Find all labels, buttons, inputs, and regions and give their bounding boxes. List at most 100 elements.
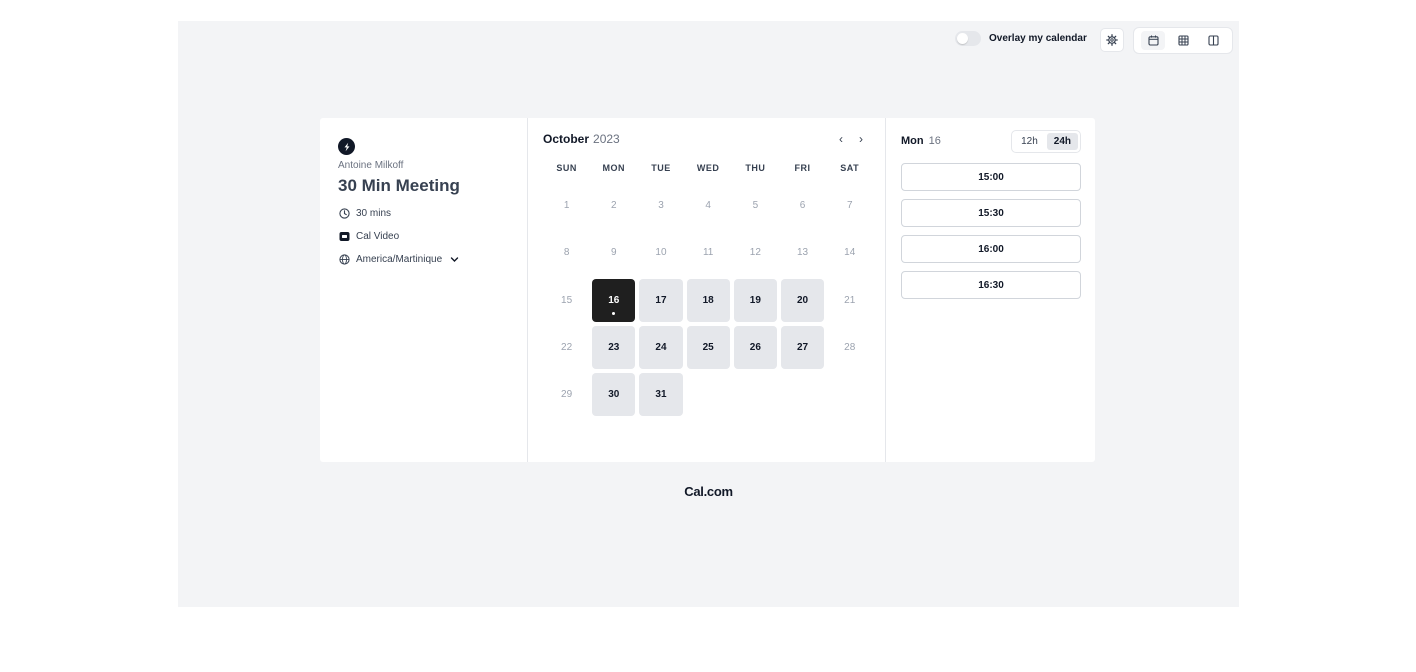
unavailable-day: 1 bbox=[545, 184, 588, 227]
weekday-label: TUE bbox=[651, 163, 671, 173]
day-number: 11 bbox=[702, 247, 714, 259]
day-number: 18 bbox=[702, 294, 714, 306]
day-number: 3 bbox=[658, 200, 664, 212]
selected-date: Mon 16 bbox=[901, 135, 941, 147]
day-number: 16 bbox=[608, 294, 620, 306]
weekday-label: SAT bbox=[840, 163, 860, 173]
unavailable-day: 3 bbox=[639, 184, 682, 227]
brand-footer: Cal.com bbox=[684, 484, 733, 499]
available-day[interactable]: 26 bbox=[733, 325, 777, 370]
unavailable-day: 8 bbox=[545, 231, 588, 274]
available-day[interactable]: 24 bbox=[639, 325, 683, 370]
columns-icon bbox=[1207, 35, 1219, 47]
day-number: 8 bbox=[563, 247, 570, 259]
day-number: 13 bbox=[796, 247, 809, 259]
booker-card: Antoine Milkoff 30 Min Meeting 30 mins C… bbox=[320, 118, 1095, 462]
next-month-button[interactable]: › bbox=[859, 132, 863, 146]
week-view-button[interactable] bbox=[1171, 31, 1195, 50]
day-number: 29 bbox=[561, 389, 573, 401]
month-view-button[interactable] bbox=[1141, 31, 1165, 50]
available-day[interactable]: 20 bbox=[780, 278, 825, 322]
weekday-label: WED bbox=[696, 163, 720, 173]
unavailable-day: 7 bbox=[828, 184, 871, 227]
available-day[interactable]: 23 bbox=[592, 325, 636, 370]
unavailable-day: 21 bbox=[828, 279, 871, 322]
unavailable-day: 28 bbox=[828, 326, 871, 369]
day-number: 10 bbox=[655, 247, 667, 259]
unavailable-day: 15 bbox=[545, 279, 588, 322]
day-number: 15 bbox=[561, 294, 573, 306]
day-number: 20 bbox=[796, 294, 809, 306]
time-slots-panel: Mon 16 12h 24h 15:00 15:30 16:00 16:30 bbox=[886, 118, 1095, 462]
weekday-label: SUN bbox=[556, 163, 577, 173]
timezone-label: America/Martinique bbox=[356, 253, 443, 265]
duration-label: 30 mins bbox=[356, 207, 392, 219]
day-number: 1 bbox=[563, 200, 570, 212]
slots-header: Mon 16 12h 24h bbox=[901, 128, 1081, 154]
day-number: 6 bbox=[799, 200, 806, 212]
layout-toggle-group bbox=[1133, 27, 1233, 54]
day-number: 17 bbox=[655, 294, 667, 306]
available-day[interactable]: 30 bbox=[592, 373, 636, 417]
calendar-icon bbox=[1147, 35, 1159, 47]
available-day[interactable]: 25 bbox=[686, 325, 730, 370]
day-number: 25 bbox=[702, 342, 714, 354]
settings-button[interactable] bbox=[1100, 28, 1124, 52]
day-number: 31 bbox=[655, 389, 667, 401]
clock-icon bbox=[338, 207, 350, 219]
day-number: 28 bbox=[844, 342, 856, 354]
month-navigation: ‹ › bbox=[839, 132, 863, 146]
format-12h-button[interactable]: 12h bbox=[1014, 133, 1045, 150]
time-slot-button[interactable]: 16:00 bbox=[901, 235, 1081, 263]
time-format-toggle: 12h 24h bbox=[1011, 129, 1081, 153]
video-icon bbox=[338, 230, 350, 242]
selected-day-number: 16 bbox=[928, 135, 941, 147]
time-slot-button[interactable]: 15:00 bbox=[901, 163, 1081, 191]
available-day[interactable]: 31 bbox=[639, 373, 683, 417]
month-heading: October 2023 bbox=[543, 132, 870, 146]
column-view-button[interactable] bbox=[1201, 31, 1225, 50]
day-number: 19 bbox=[749, 294, 761, 306]
chevron-down-icon bbox=[448, 253, 460, 265]
overlay-calendar-toggle[interactable] bbox=[955, 31, 981, 46]
time-slot-button[interactable]: 15:30 bbox=[901, 199, 1081, 227]
date-picker: October 2023 ‹ › SUN MON TUE WED THU FRI SAT 1… bbox=[528, 118, 886, 462]
location-label: Cal Video bbox=[356, 230, 400, 242]
day-number: 24 bbox=[655, 342, 667, 354]
day-number: 9 bbox=[611, 247, 617, 259]
unavailable-day: 11 bbox=[687, 231, 730, 274]
day-number: 12 bbox=[749, 247, 761, 259]
event-info-panel: Antoine Milkoff 30 Min Meeting 30 mins C… bbox=[320, 118, 528, 462]
year-label: 2023 bbox=[593, 132, 620, 146]
selected-day-name: Mon bbox=[901, 135, 924, 147]
unavailable-day: 6 bbox=[781, 184, 824, 227]
available-day[interactable]: 19 bbox=[733, 278, 777, 322]
day-number: 30 bbox=[608, 389, 620, 401]
slot-list: 15:00 15:30 16:00 16:30 bbox=[901, 163, 1081, 299]
unavailable-day: 22 bbox=[545, 326, 588, 369]
day-number: 5 bbox=[752, 200, 759, 212]
unavailable-day: 12 bbox=[734, 231, 777, 274]
unavailable-day: 10 bbox=[639, 231, 682, 274]
day-number: 4 bbox=[705, 200, 711, 212]
month-name: October bbox=[543, 132, 590, 146]
overlay-calendar-label: Overlay my calendar bbox=[989, 33, 1087, 44]
available-day[interactable]: 17 bbox=[639, 278, 683, 322]
selected-day[interactable]: 16 bbox=[592, 278, 636, 322]
format-24h-button[interactable]: 24h bbox=[1046, 132, 1078, 150]
time-slot-button[interactable]: 16:30 bbox=[901, 271, 1081, 299]
available-day[interactable]: 18 bbox=[686, 278, 730, 322]
day-grid: 1 2 3 4 5 6 7 8 9 10 11 12 13 14 15 16 17 18 19 20 21 22 23 24 2… bbox=[543, 182, 870, 418]
unavailable-day: 4 bbox=[687, 184, 730, 227]
day-number: 23 bbox=[608, 342, 620, 354]
grid-icon bbox=[1177, 35, 1189, 47]
unavailable-day: 29 bbox=[545, 373, 588, 416]
available-day[interactable]: 27 bbox=[780, 325, 825, 370]
cal-logo-icon bbox=[338, 138, 355, 155]
day-number: 21 bbox=[844, 294, 856, 306]
weekday-label: FRI bbox=[794, 163, 811, 173]
timezone-select[interactable]: America/Martinique bbox=[338, 253, 527, 265]
unavailable-day: 9 bbox=[592, 231, 635, 274]
previous-month-button[interactable]: ‹ bbox=[839, 132, 843, 146]
globe-icon bbox=[338, 253, 350, 265]
